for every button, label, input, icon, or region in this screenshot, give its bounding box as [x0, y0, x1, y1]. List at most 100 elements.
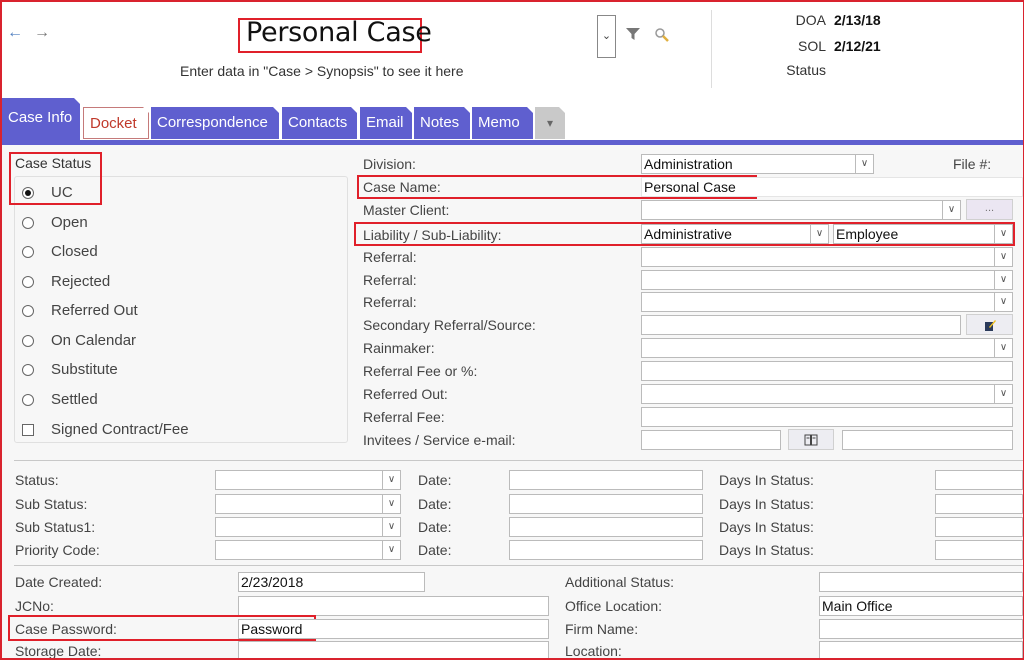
jcno-label: JCNo: [15, 598, 54, 614]
chevron-down-icon: ⌄ [601, 30, 612, 42]
office-location-label: Office Location: [565, 598, 663, 614]
section-divider [14, 565, 1023, 566]
status-select[interactable]: ∨ [215, 470, 401, 490]
tab-contacts[interactable]: Contacts [282, 107, 357, 139]
priority-date-label: Date: [418, 542, 452, 558]
master-client-browse-button[interactable]: ... [966, 199, 1013, 220]
referral-select-3[interactable]: ∨ [641, 292, 1013, 312]
referral-fee-pct-input[interactable] [641, 361, 1013, 381]
invitees-label: Invitees / Service e-mail: [363, 432, 516, 448]
referral-select-2[interactable]: ∨ [641, 270, 1013, 290]
case-status-title: Case Status [15, 155, 92, 171]
sol-value: 2/12/21 [834, 38, 881, 54]
sub-liability-select[interactable]: Employee ∨ [833, 224, 1013, 244]
back-arrow-icon[interactable]: ← [7, 24, 23, 42]
status-date-input[interactable] [509, 470, 703, 490]
address-book-button[interactable] [788, 429, 834, 450]
location-label: Location: [565, 643, 622, 659]
chevron-down-icon: ∨ [382, 471, 400, 489]
checkbox[interactable] [22, 424, 34, 436]
storage-date-label: Storage Date: [15, 643, 102, 659]
additional-status-label: Additional Status: [565, 574, 674, 590]
chevron-down-icon: ∨ [810, 225, 828, 243]
days-in-status-input[interactable] [935, 540, 1023, 560]
sub-status-date-input[interactable] [509, 494, 703, 514]
search-icon[interactable] [654, 27, 670, 43]
radio-button[interactable] [22, 246, 34, 258]
chevron-down-icon: ∨ [855, 155, 873, 173]
case-switcher-dropdown[interactable]: ⌄ [597, 15, 616, 58]
sub-status1-select[interactable]: ∨ [215, 517, 401, 537]
sub-status-select[interactable]: ∨ [215, 494, 401, 514]
invitees-input[interactable] [641, 430, 781, 450]
secondary-referral-label: Secondary Referral/Source: [363, 317, 536, 333]
priority-date-input[interactable] [509, 540, 703, 560]
referred-out-select[interactable]: ∨ [641, 384, 1013, 404]
chevron-down-icon: ∨ [942, 201, 960, 219]
case-password-input[interactable]: Password [238, 619, 549, 639]
tab-case-info[interactable]: Case Info [2, 98, 80, 140]
days-in-status-label: Days In Status: [719, 542, 814, 558]
referred-out-label: Referred Out: [363, 386, 448, 402]
case-name-label: Case Name: [363, 179, 441, 195]
chevron-down-icon: ∨ [382, 541, 400, 559]
division-select[interactable]: Administration ∨ [641, 154, 874, 174]
doa-value: 2/13/18 [834, 12, 881, 28]
service-email-input[interactable] [842, 430, 1013, 450]
priority-code-select[interactable]: ∨ [215, 540, 401, 560]
radio-button[interactable] [22, 394, 34, 406]
sub-status1-date-input[interactable] [509, 517, 703, 537]
sub-status-label: Sub Status: [15, 496, 88, 512]
days-in-status-input[interactable] [935, 494, 1023, 514]
chevron-down-icon: ∨ [994, 339, 1012, 357]
file-number-label: File #: [953, 156, 992, 172]
liability-select[interactable]: Administrative ∨ [641, 224, 829, 244]
location-input[interactable] [819, 641, 1023, 660]
chevron-down-icon: ∨ [994, 271, 1012, 289]
forward-arrow-icon[interactable]: → [34, 24, 50, 42]
chevron-down-icon: ∨ [994, 293, 1012, 311]
storage-date-input[interactable] [238, 641, 549, 660]
status-label: Status [786, 62, 826, 78]
division-value: Administration [644, 156, 733, 172]
referral-select-1[interactable]: ∨ [641, 247, 1013, 267]
sub-status-date-label: Date: [418, 496, 452, 512]
secondary-referral-edit-button[interactable] [966, 314, 1013, 335]
tab-correspondence[interactable]: Correspondence [151, 107, 279, 139]
radio-button[interactable] [22, 364, 34, 376]
radio-button[interactable] [22, 217, 34, 229]
tab-notes[interactable]: Notes [414, 107, 470, 139]
tab-docket[interactable]: Docket [83, 107, 149, 139]
radio-button-selected[interactable] [22, 187, 34, 199]
master-client-select[interactable]: ∨ [641, 200, 961, 220]
additional-status-input[interactable] [819, 572, 1023, 592]
tab-more-dropdown[interactable]: ▾ [535, 107, 565, 139]
chevron-down-icon: ∨ [382, 518, 400, 536]
days-in-status-input[interactable] [935, 517, 1023, 537]
page-title: Personal Case [246, 17, 432, 48]
firm-name-input[interactable] [819, 619, 1023, 639]
date-created-input[interactable]: 2/23/2018 [238, 572, 425, 592]
synopsis-text: Enter data in "Case > Synopsis" to see i… [180, 63, 464, 79]
radio-button[interactable] [22, 305, 34, 317]
chevron-down-icon: ∨ [382, 495, 400, 513]
chevron-down-icon: ∨ [994, 248, 1012, 266]
sub-liability-value: Employee [836, 226, 899, 242]
chevron-down-icon: ∨ [994, 225, 1012, 243]
doa-label: DOA [795, 12, 826, 28]
sub-status1-date-label: Date: [418, 519, 452, 535]
tab-email[interactable]: Email [360, 107, 412, 139]
date-created-label: Date Created: [15, 574, 103, 590]
referral-fee-input[interactable] [641, 407, 1013, 427]
tab-memo[interactable]: Memo [472, 107, 533, 139]
case-name-input[interactable]: Personal Case [641, 177, 1023, 197]
office-location-input[interactable]: Main Office [819, 596, 1023, 616]
radio-button[interactable] [22, 335, 34, 347]
radio-button[interactable] [22, 276, 34, 288]
filter-icon[interactable] [626, 27, 640, 41]
days-in-status-input[interactable] [935, 470, 1023, 490]
jcno-input[interactable] [238, 596, 549, 616]
address-book-icon [804, 434, 818, 446]
secondary-referral-input[interactable] [641, 315, 961, 335]
rainmaker-select[interactable]: ∨ [641, 338, 1013, 358]
